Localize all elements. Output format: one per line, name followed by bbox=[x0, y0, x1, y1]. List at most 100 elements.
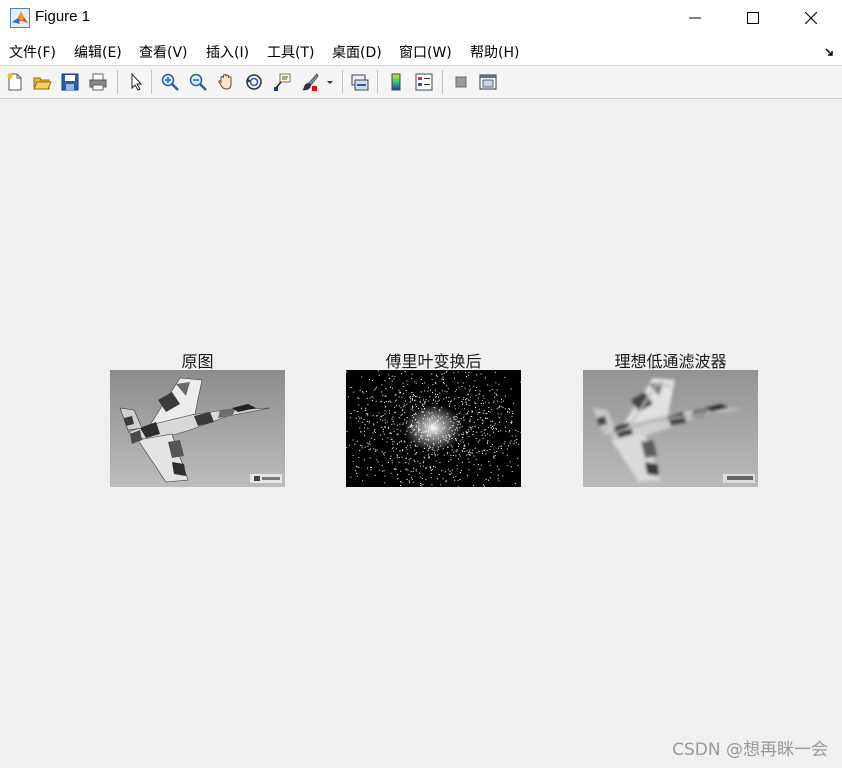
spectrum-speckle bbox=[449, 470, 451, 472]
rotate-3d-button[interactable] bbox=[242, 70, 266, 94]
spectrum-speckle bbox=[429, 466, 431, 468]
brush-button[interactable] bbox=[298, 70, 322, 94]
hide-plot-tools-button[interactable] bbox=[449, 70, 473, 94]
colorbar-button[interactable] bbox=[384, 70, 408, 94]
menu-view[interactable]: 查看(V) bbox=[139, 42, 188, 62]
spectrum-speckle bbox=[472, 449, 474, 451]
spectrum-speckle bbox=[482, 420, 484, 422]
save-button[interactable] bbox=[58, 70, 82, 94]
spectrum-speckle bbox=[427, 457, 429, 459]
spectrum-speckle bbox=[387, 437, 389, 439]
axes-fourier[interactable]: 傅里叶变换后 bbox=[346, 348, 521, 489]
spectrum-speckle bbox=[430, 472, 432, 474]
spectrum-speckle bbox=[468, 399, 470, 401]
data-cursor-button[interactable] bbox=[270, 70, 294, 94]
spectrum-speckle bbox=[350, 413, 352, 414]
spectrum-speckle bbox=[398, 396, 400, 398]
print-button[interactable] bbox=[86, 70, 110, 94]
spectrum-speckle bbox=[396, 455, 398, 457]
figure-canvas[interactable]: 原图 傅里叶变换后 理想低通滤波器 CSDN @想再眯一会 bbox=[0, 99, 842, 768]
new-figure-button[interactable] bbox=[3, 70, 27, 94]
spectrum-speckle bbox=[408, 463, 410, 465]
spectrum-speckle bbox=[374, 431, 376, 433]
spectrum-speckle bbox=[369, 441, 370, 443]
open-file-button[interactable] bbox=[30, 70, 54, 94]
spectrum-speckle bbox=[479, 439, 481, 441]
spectrum-speckle bbox=[375, 449, 377, 451]
menu-bar: 文件(F) 编辑(E) 查看(V) 插入(I) 工具(T) 桌面(D) 窗口(W… bbox=[0, 35, 842, 66]
spectrum-speckle bbox=[382, 394, 384, 396]
spectrum-speckle bbox=[372, 414, 374, 416]
axes-original[interactable]: 原图 bbox=[110, 348, 285, 489]
spectrum-speckle bbox=[352, 454, 354, 456]
spectrum-speckle bbox=[389, 378, 391, 379]
menu-file[interactable]: 文件(F) bbox=[9, 42, 56, 62]
spectrum-speckle bbox=[419, 472, 421, 474]
spectrum-speckle bbox=[394, 468, 396, 470]
pointer-button[interactable] bbox=[124, 70, 148, 94]
spectrum-speckle bbox=[463, 397, 465, 399]
spectrum-speckle bbox=[390, 432, 392, 434]
spectrum-speckle bbox=[424, 382, 426, 384]
menu-desktop[interactable]: 桌面(D) bbox=[332, 42, 382, 62]
spectrum-speckle bbox=[383, 470, 385, 472]
link-plot-button[interactable] bbox=[348, 70, 372, 94]
zoom-out-button[interactable] bbox=[186, 70, 210, 94]
legend-button[interactable] bbox=[412, 70, 436, 94]
spectrum-speckle bbox=[496, 408, 498, 410]
spectrum-speckle bbox=[513, 402, 514, 404]
spectrum-speckle bbox=[371, 437, 373, 439]
menu-edit[interactable]: 编辑(E) bbox=[74, 42, 122, 62]
spectrum-speckle bbox=[444, 390, 446, 392]
spectrum-speckle bbox=[507, 411, 509, 412]
spectrum-speckle bbox=[375, 388, 377, 390]
spectrum-speckle bbox=[486, 418, 488, 419]
spectrum-speckle bbox=[368, 422, 370, 424]
spectrum-speckle bbox=[430, 389, 432, 391]
spectrum-speckle bbox=[454, 479, 456, 481]
dock-arrow-icon[interactable] bbox=[824, 43, 836, 56]
spectrum-speckle bbox=[484, 401, 486, 403]
spectrum-speckle bbox=[428, 456, 430, 458]
spectrum-speckle bbox=[445, 397, 447, 399]
brush-dropdown-button[interactable] bbox=[323, 70, 337, 94]
spectrum-speckle bbox=[516, 442, 517, 444]
menu-insert[interactable]: 插入(I) bbox=[206, 42, 249, 62]
spectrum-speckle bbox=[485, 453, 487, 455]
spectrum-speckle bbox=[382, 420, 384, 422]
spectrum-speckle bbox=[430, 470, 432, 471]
spectrum-speckle bbox=[366, 398, 368, 399]
menu-help[interactable]: 帮助(H) bbox=[470, 42, 519, 62]
spectrum-speckle bbox=[468, 451, 470, 453]
minimize-button[interactable] bbox=[666, 0, 724, 35]
spectrum-speckle bbox=[396, 454, 398, 456]
spectrum-speckle bbox=[352, 461, 354, 462]
spectrum-speckle bbox=[409, 401, 411, 403]
spectrum-speckle bbox=[497, 407, 499, 409]
axes-lowpass[interactable]: 理想低通滤波器 bbox=[583, 348, 758, 489]
spectrum-speckle bbox=[407, 469, 409, 471]
spectrum-speckle bbox=[434, 454, 436, 456]
spectrum-speckle bbox=[381, 451, 383, 453]
spectrum-speckle bbox=[415, 396, 416, 398]
show-plot-tools-button[interactable] bbox=[476, 70, 500, 94]
spectrum-speckle bbox=[468, 454, 470, 455]
spectrum-speckle bbox=[464, 448, 466, 449]
menu-tools[interactable]: 工具(T) bbox=[267, 42, 314, 62]
zoom-in-button[interactable] bbox=[158, 70, 182, 94]
spectrum-speckle bbox=[451, 446, 453, 448]
menu-window[interactable]: 窗口(W) bbox=[399, 42, 452, 62]
title-bar[interactable]: Figure 1 bbox=[0, 0, 842, 35]
close-button[interactable] bbox=[782, 0, 840, 35]
spectrum-speckle bbox=[474, 380, 476, 382]
spectrum-speckle bbox=[432, 392, 434, 393]
spectrum-speckle bbox=[481, 400, 483, 402]
spectrum-speckle bbox=[467, 432, 468, 434]
pan-button[interactable] bbox=[214, 70, 238, 94]
spectrum-speckle bbox=[493, 456, 495, 458]
maximize-button[interactable] bbox=[724, 0, 782, 35]
spectrum-speckle bbox=[484, 434, 486, 436]
spectrum-speckle bbox=[421, 486, 423, 487]
spectrum-speckle bbox=[477, 419, 479, 421]
spectrum-speckle bbox=[355, 470, 357, 472]
